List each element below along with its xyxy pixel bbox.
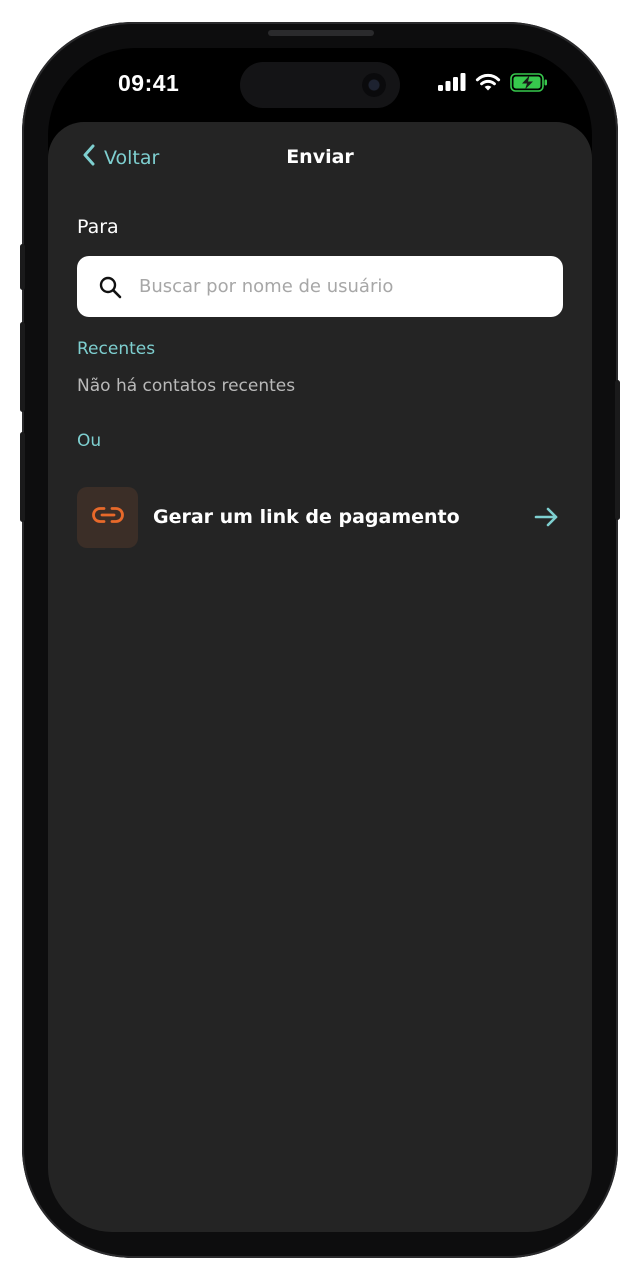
or-heading: Ou <box>77 431 102 451</box>
dynamic-island <box>240 62 400 108</box>
link-icon-container <box>77 486 138 548</box>
recents-heading: Recentes <box>77 339 156 359</box>
status-bar: 09:41 <box>48 48 592 122</box>
recipient-label: Para <box>77 216 119 238</box>
search-field[interactable] <box>77 256 563 317</box>
speaker-slit <box>268 30 374 36</box>
status-icons <box>438 72 548 96</box>
cellular-signal-icon <box>438 73 466 95</box>
front-camera-icon <box>362 73 386 97</box>
link-icon <box>91 505 125 529</box>
status-time: 09:41 <box>118 70 180 96</box>
recents-empty-text: Não há contatos recentes <box>77 376 296 396</box>
search-icon <box>97 274 123 300</box>
volume-down-button <box>20 432 25 522</box>
page-title: Enviar <box>286 146 354 168</box>
app-screen: Voltar Enviar Para Recentes Não há conta… <box>48 122 592 1232</box>
generate-payment-link-button[interactable]: Gerar um link de pagamento <box>77 486 563 548</box>
navigation-bar: Voltar Enviar <box>48 140 592 180</box>
wifi-icon <box>475 73 501 96</box>
battery-charging-icon <box>510 72 548 96</box>
search-input[interactable] <box>137 275 541 298</box>
action-button <box>20 244 25 290</box>
payment-link-label: Gerar um link de pagamento <box>153 506 460 528</box>
power-button <box>615 380 620 520</box>
arrow-right-icon <box>533 503 561 531</box>
volume-up-button <box>20 322 25 412</box>
